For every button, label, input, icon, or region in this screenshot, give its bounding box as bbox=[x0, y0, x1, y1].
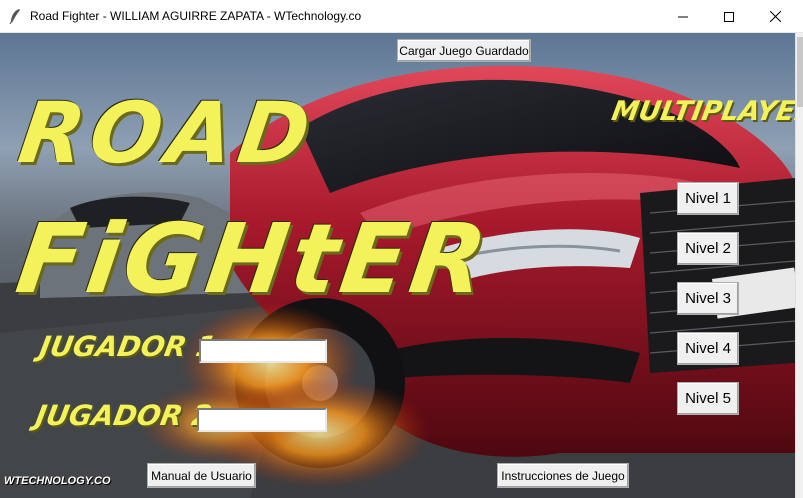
minimize-icon bbox=[678, 16, 688, 17]
game-menu-canvas: ROAD FiGHtER MULTIPLAYER JUGADOR 1 JUGAD… bbox=[0, 33, 795, 498]
multiplayer-label: MULTIPLAYER bbox=[609, 96, 795, 127]
jugador2-name-input[interactable] bbox=[197, 408, 327, 432]
wtechnology-watermark: WTECHNOLOGY.CO bbox=[4, 475, 111, 487]
user-manual-button[interactable]: Manual de Usuario bbox=[147, 463, 256, 488]
close-button[interactable] bbox=[752, 0, 798, 33]
logo-fighter-text: FiGHtER bbox=[10, 203, 497, 315]
level-5-button[interactable]: Nivel 5 bbox=[677, 382, 739, 415]
game-instructions-button[interactable]: Instrucciones de Juego bbox=[497, 463, 629, 488]
vertical-scrollbar[interactable] bbox=[795, 33, 803, 498]
level-2-button[interactable]: Nivel 2 bbox=[677, 232, 739, 265]
window-title: Road Fighter - WILLIAM AGUIRRE ZAPATA - … bbox=[30, 9, 362, 23]
feather-icon bbox=[9, 9, 20, 24]
scrollbar-thumb[interactable] bbox=[797, 37, 803, 107]
load-saved-game-button[interactable]: Cargar Juego Guardado bbox=[397, 39, 531, 62]
maximize-button[interactable] bbox=[706, 0, 752, 33]
level-4-button[interactable]: Nivel 4 bbox=[677, 332, 739, 365]
level-3-button[interactable]: Nivel 3 bbox=[677, 282, 739, 315]
maximize-icon bbox=[724, 11, 734, 22]
jugador1-label: JUGADOR 1 bbox=[37, 330, 219, 363]
level-1-button[interactable]: Nivel 1 bbox=[677, 182, 739, 215]
jugador1-name-input[interactable] bbox=[199, 339, 327, 363]
logo-road-text: ROAD bbox=[13, 84, 322, 182]
close-icon bbox=[769, 11, 781, 22]
jugador2-label: JUGADOR 2 bbox=[33, 399, 215, 432]
window-title-bar[interactable]: Road Fighter - WILLIAM AGUIRRE ZAPATA - … bbox=[0, 0, 803, 33]
minimize-button[interactable] bbox=[660, 0, 706, 33]
